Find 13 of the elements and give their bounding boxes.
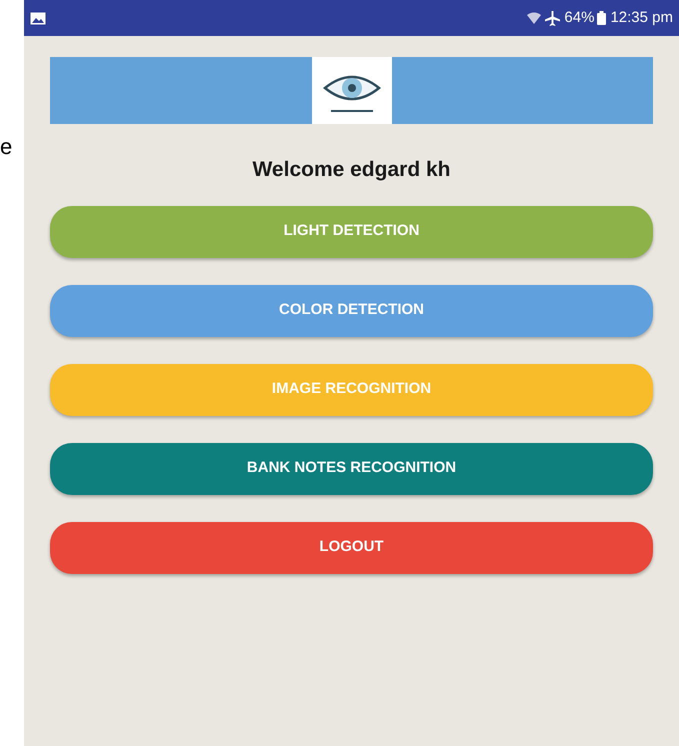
image-icon bbox=[30, 12, 46, 24]
menu-button[interactable]: IMAGE RECOGNITION bbox=[50, 364, 653, 416]
menu-button[interactable]: LIGHT DETECTION bbox=[50, 206, 653, 258]
battery-percent: 64% bbox=[564, 8, 594, 28]
battery-icon bbox=[597, 11, 606, 25]
airplane-icon bbox=[545, 10, 560, 26]
margin-letter: e bbox=[0, 136, 14, 158]
menu-button[interactable]: COLOR DETECTION bbox=[50, 284, 653, 336]
wifi-icon bbox=[527, 12, 542, 24]
menu-button[interactable]: BANK NOTES RECOGNITION bbox=[50, 442, 653, 494]
clock-time: 12:35 pm bbox=[610, 8, 673, 28]
menu-button[interactable]: LOGOUT bbox=[50, 522, 653, 574]
welcome-heading: Welcome edgard kh bbox=[252, 157, 450, 183]
